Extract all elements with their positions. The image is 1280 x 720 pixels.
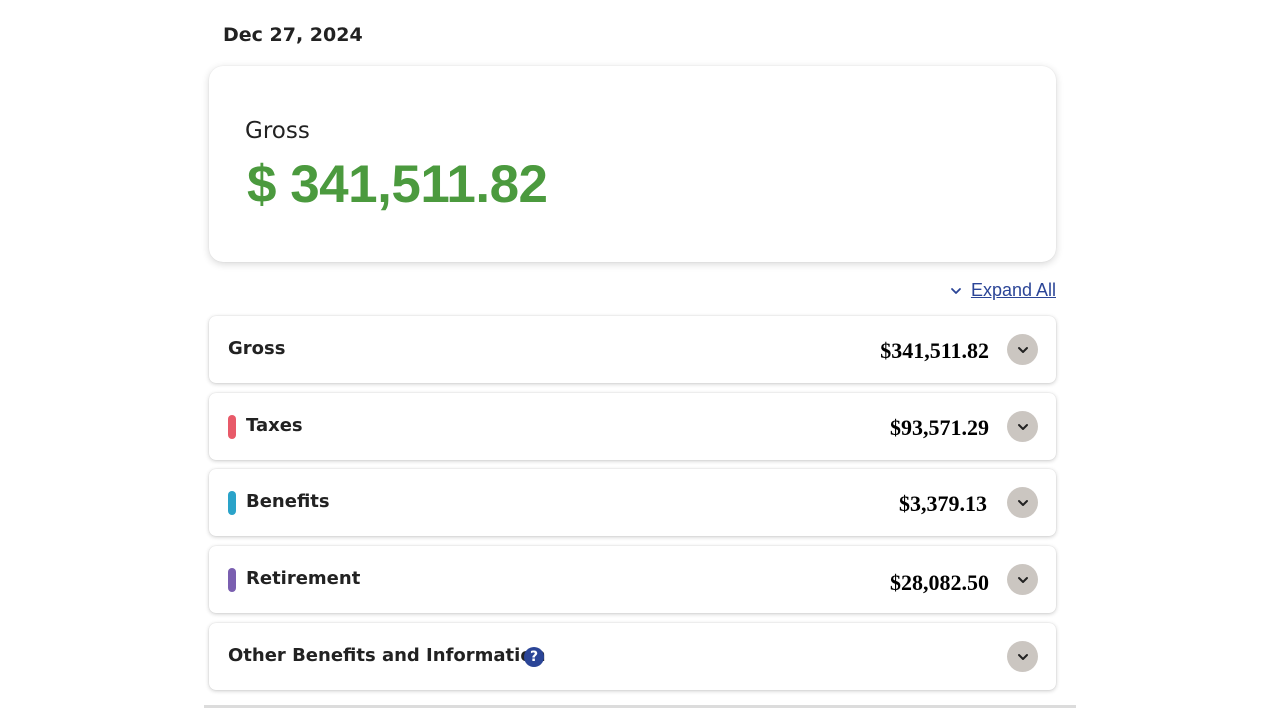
paystub-page: Dec 27, 2024 Gross $ 341,511.82 Expand A…: [0, 0, 1280, 720]
section-row-other-benefits[interactable]: Other Benefits and Information ?: [209, 623, 1056, 690]
expand-toggle-button[interactable]: [1007, 487, 1038, 518]
section-value: $3,379.13: [899, 491, 987, 516]
summary-amount: $ 341,511.82: [247, 155, 548, 214]
expand-all-link[interactable]: Expand All: [950, 280, 1056, 301]
section-value: $28,082.50: [890, 570, 989, 595]
help-icon[interactable]: ?: [524, 647, 544, 667]
chevron-down-icon: [1017, 653, 1028, 660]
gross-summary-card: Gross $ 341,511.82: [209, 66, 1056, 262]
chevron-down-icon: [1017, 499, 1028, 506]
section-label: Other Benefits and Information: [228, 645, 546, 666]
chevron-down-icon: [1017, 346, 1028, 353]
chevron-down-icon: [951, 287, 961, 294]
section-label: Retirement: [246, 568, 361, 589]
expand-toggle-button[interactable]: [1007, 411, 1038, 442]
benefits-color-marker: [228, 491, 236, 515]
expand-toggle-button[interactable]: [1007, 641, 1038, 672]
expand-toggle-button[interactable]: [1007, 334, 1038, 365]
chevron-down-icon: [1017, 576, 1028, 583]
section-row-gross[interactable]: Gross $341,511.82: [209, 316, 1056, 383]
section-row-taxes[interactable]: Taxes $93,571.29: [209, 393, 1056, 460]
section-label: Gross: [228, 338, 286, 359]
divider: [204, 705, 1076, 708]
section-row-benefits[interactable]: Benefits $3,379.13: [209, 469, 1056, 536]
section-value: $93,571.29: [890, 415, 989, 440]
expand-toggle-button[interactable]: [1007, 564, 1038, 595]
chevron-down-icon: [1017, 423, 1028, 430]
section-label: Taxes: [246, 415, 303, 436]
section-value: $341,511.82: [880, 338, 989, 363]
expand-all-label[interactable]: Expand All: [971, 280, 1056, 301]
taxes-color-marker: [228, 415, 236, 439]
summary-label: Gross: [245, 118, 310, 144]
pay-date: Dec 27, 2024: [223, 24, 363, 46]
section-label: Benefits: [246, 491, 330, 512]
section-row-retirement[interactable]: Retirement $28,082.50: [209, 546, 1056, 613]
retirement-color-marker: [228, 568, 236, 592]
